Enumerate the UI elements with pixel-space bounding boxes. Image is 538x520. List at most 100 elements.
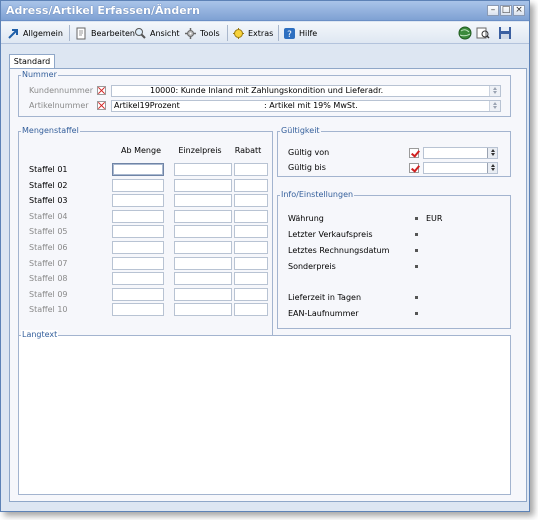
rabatt-input[interactable] xyxy=(234,287,268,301)
staffel-label: Staffel 06 xyxy=(29,243,68,252)
ab-menge-input[interactable] xyxy=(112,194,164,208)
einzelpreis-input[interactable] xyxy=(174,194,232,208)
kundennummer-label: Kundennummer xyxy=(29,86,93,95)
info-label: Währung xyxy=(288,214,324,223)
column-ab-menge: Ab Menge xyxy=(121,146,161,155)
einzelpreis-input[interactable] xyxy=(174,272,232,286)
ab-menge-input[interactable] xyxy=(112,287,164,301)
menu-extras[interactable]: Extras xyxy=(232,26,273,41)
info-label: Lieferzeit in Tagen xyxy=(288,293,362,302)
einzelpreis-input[interactable] xyxy=(174,241,232,254)
menu-label: Tools xyxy=(200,29,220,38)
ab-menge-input[interactable] xyxy=(112,303,164,317)
staffel-label: Staffel 04 xyxy=(29,211,68,221)
title-bar[interactable]: Adress/Artikel Erfassen/Ändern – □ × xyxy=(1,1,529,21)
ab-menge-input[interactable] xyxy=(112,163,164,176)
gueltig-bis-field[interactable] xyxy=(423,162,498,174)
rabatt-input[interactable] xyxy=(234,303,268,317)
arrow-icon xyxy=(8,29,18,39)
minimize-button[interactable]: – xyxy=(487,5,499,16)
rabatt-input[interactable] xyxy=(234,194,268,208)
ab-menge-input[interactable] xyxy=(112,241,164,254)
nummer-legend: Nummer xyxy=(21,70,58,79)
close-button[interactable]: × xyxy=(513,5,525,16)
rabatt-input[interactable] xyxy=(234,225,268,239)
staffel-label: Staffel 01 xyxy=(29,165,68,174)
menu-label: Extras xyxy=(248,29,274,38)
tools-icon xyxy=(185,28,196,39)
einzelpreis-input[interactable] xyxy=(174,256,232,270)
info-label: Letzter Verkaufspreis xyxy=(288,230,373,239)
column-einzelpreis: Einzelpreis xyxy=(178,146,222,155)
edit-icon xyxy=(76,27,86,40)
menu-label: Allgemein xyxy=(23,29,63,38)
gueltig-bis-check-icon[interactable] xyxy=(409,163,419,173)
gueltig-von-field[interactable] xyxy=(423,147,498,159)
menu-allgemein[interactable]: Allgemein xyxy=(7,26,63,41)
dropdown-arrow-icon[interactable] xyxy=(489,86,500,96)
kundennummer-value: 10000: Kunde Inland mit Zahlungskonditio… xyxy=(150,86,384,95)
clear-kundennummer-icon[interactable] xyxy=(97,86,106,95)
menu-hilfe[interactable]: ? Hilfe xyxy=(283,26,317,41)
langtext-editor[interactable] xyxy=(21,342,508,492)
einzelpreis-input[interactable] xyxy=(174,225,232,239)
einzelpreis-input[interactable] xyxy=(174,287,232,301)
search-document-icon[interactable] xyxy=(476,26,490,40)
svg-text:?: ? xyxy=(287,30,292,40)
ab-menge-input[interactable] xyxy=(112,178,164,192)
menu-bearbeiten[interactable]: Bearbeiten xyxy=(75,26,135,41)
spin-arrows-icon[interactable] xyxy=(487,148,497,158)
menu-label: Bearbeiten xyxy=(91,29,135,38)
staffel-label: Staffel 09 xyxy=(29,289,68,299)
menu-ansicht[interactable]: Ansicht xyxy=(134,26,180,41)
artikelnummer-field[interactable]: Artikel19Prozent : Artikel mit 19% MwSt. xyxy=(111,100,501,112)
rabatt-input[interactable] xyxy=(234,209,268,223)
ab-menge-input[interactable] xyxy=(112,225,164,239)
rabatt-input[interactable] xyxy=(234,256,268,270)
menu-label: Ansicht xyxy=(150,29,180,38)
spin-arrows-icon[interactable] xyxy=(487,163,497,173)
bullet-icon xyxy=(415,233,418,236)
clear-artikelnummer-icon[interactable] xyxy=(97,101,106,110)
langtext-group: Langtext xyxy=(18,330,511,495)
info-value: EUR xyxy=(426,214,443,223)
menu-toolbar: Allgemein Bearbeiten Ansicht Tools Extra… xyxy=(1,22,529,44)
info-label: Sonderpreis xyxy=(288,262,336,271)
einzelpreis-input[interactable] xyxy=(174,303,232,317)
artikelnummer-label: Artikelnummer xyxy=(29,101,89,110)
staffel-label: Staffel 08 xyxy=(29,274,68,284)
staffel-label: Staffel 02 xyxy=(29,180,68,190)
kundennummer-field[interactable]: 10000: Kunde Inland mit Zahlungskonditio… xyxy=(111,85,501,97)
tab-content: Nummer Kundennummer 10000: Kunde Inland … xyxy=(9,68,527,502)
langtext-legend: Langtext xyxy=(21,330,59,339)
globe-icon[interactable] xyxy=(458,26,472,40)
rabatt-input[interactable] xyxy=(234,241,268,254)
bullet-icon xyxy=(415,296,418,299)
einzelpreis-input[interactable] xyxy=(174,163,232,176)
rabatt-input[interactable] xyxy=(234,272,268,286)
rabatt-input[interactable] xyxy=(234,178,268,192)
ab-menge-input[interactable] xyxy=(112,256,164,270)
ab-menge-input[interactable] xyxy=(112,272,164,286)
save-icon[interactable] xyxy=(498,26,512,40)
tab-standard[interactable]: Standard xyxy=(9,54,55,69)
gueltigkeit-group: Gültigkeit Gültig von Gültig bis xyxy=(277,126,511,177)
extras-icon xyxy=(233,28,244,39)
einzelpreis-input[interactable] xyxy=(174,209,232,223)
einzelpreis-input[interactable] xyxy=(174,178,232,192)
dialog-window: Adress/Artikel Erfassen/Ändern – □ × All… xyxy=(0,0,530,512)
bullet-icon xyxy=(415,249,418,252)
dropdown-arrow-icon[interactable] xyxy=(489,101,500,111)
gueltig-von-check-icon[interactable] xyxy=(409,148,419,158)
rabatt-input[interactable] xyxy=(234,163,268,176)
menu-tools[interactable]: Tools xyxy=(184,26,220,41)
info-legend: Info/Einstellungen xyxy=(280,190,355,199)
artikelnummer-code: Artikel19Prozent xyxy=(114,101,180,110)
bullet-icon xyxy=(415,217,418,220)
info-label: Letztes Rechnungsdatum xyxy=(288,246,390,255)
menu-label: Hilfe xyxy=(299,29,318,38)
staffel-label: Staffel 05 xyxy=(29,227,68,237)
maximize-button[interactable]: □ xyxy=(500,5,512,16)
info-label: EAN-Laufnummer xyxy=(288,309,359,318)
ab-menge-input[interactable] xyxy=(112,209,164,223)
